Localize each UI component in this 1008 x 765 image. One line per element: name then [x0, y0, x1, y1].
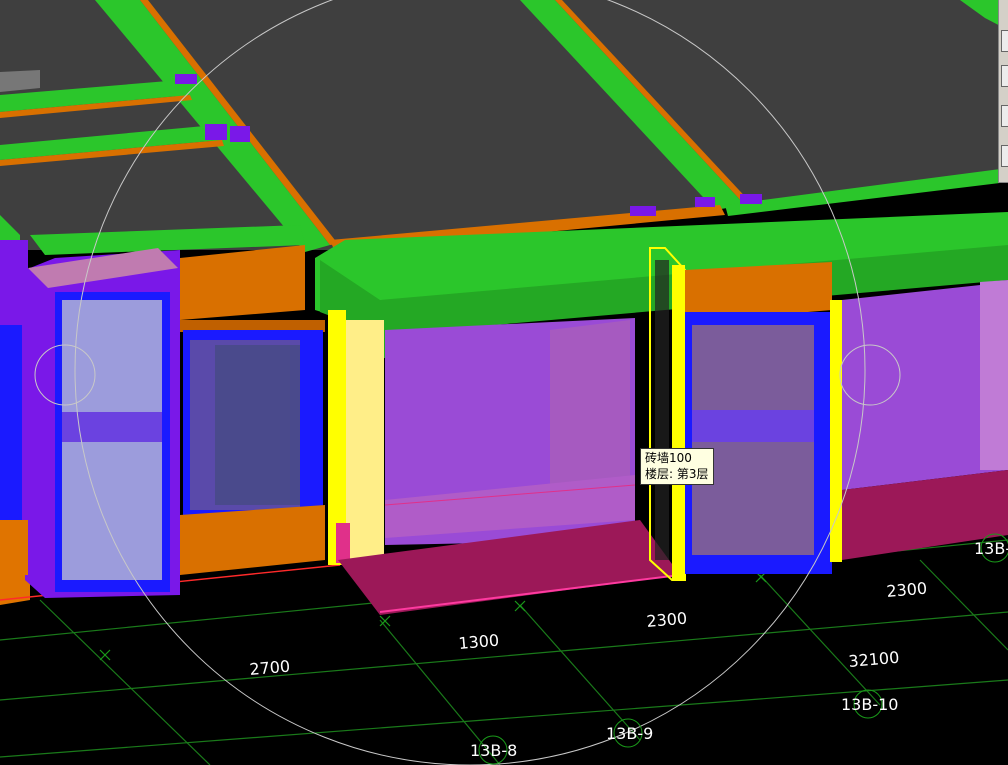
yellow-wall-left — [328, 310, 384, 565]
toolbar-icon[interactable] — [1001, 105, 1008, 127]
dimension-label: 1300 — [458, 631, 500, 653]
selected-brick-wall[interactable] — [649, 247, 686, 581]
toolbar-icon[interactable] — [1001, 65, 1008, 87]
bay-window-right — [685, 262, 842, 574]
axis-label: 13B-8 — [470, 741, 517, 760]
tooltip-floor: 楼层: 第3层 — [645, 467, 709, 481]
bay-window-left — [180, 245, 325, 575]
toolbar-icon[interactable] — [1001, 30, 1008, 52]
far-left-wall — [0, 240, 28, 575]
central-bay — [338, 318, 681, 615]
3d-model-viewport[interactable]: 2700 1300 2300 2300 32100 13B-8 13B-9 13… — [0, 0, 1008, 765]
side-toolbar[interactable] — [998, 0, 1008, 183]
building-model-view[interactable]: 2700 1300 2300 2300 32100 13B-8 13B-9 13… — [0, 0, 1008, 765]
dimension-label: 2300 — [646, 609, 688, 631]
axis-label: 13B-9 — [606, 724, 653, 743]
axis-label: 13B-10 — [841, 695, 898, 714]
element-tooltip: 砖墙100 楼层: 第3层 — [640, 448, 714, 485]
dimension-label: 2300 — [886, 579, 928, 601]
left-column — [25, 248, 180, 598]
toolbar-icon[interactable] — [1001, 145, 1008, 167]
axis-label: 13B- — [974, 539, 1008, 558]
tooltip-element-type: 砖墙100 — [645, 451, 692, 465]
bay-right-far — [842, 280, 1008, 560]
dimension-label: 2700 — [249, 657, 291, 679]
